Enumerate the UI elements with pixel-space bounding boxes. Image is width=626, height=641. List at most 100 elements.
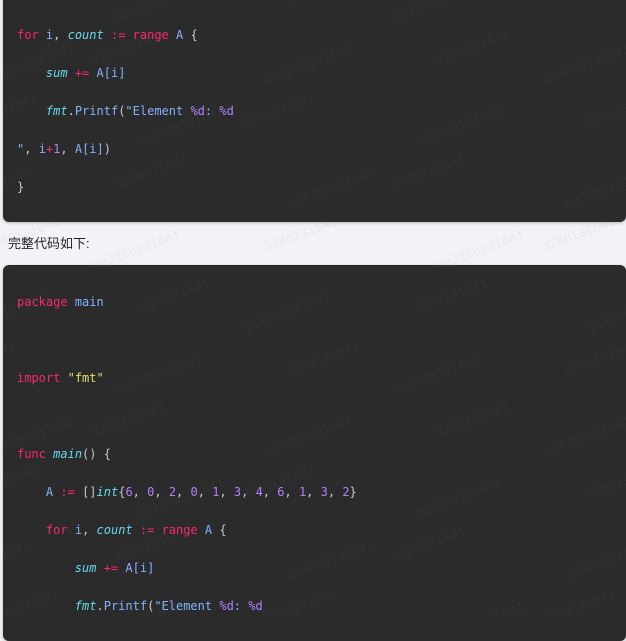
code-token: int <box>96 485 119 499</box>
code-line: for i, count := range A { <box>17 16 626 54</box>
code-token: package <box>17 295 68 309</box>
code-block-bottom[interactable]: package main import "fmt" func main() { … <box>3 265 626 641</box>
code-token: 2 <box>168 485 177 499</box>
code-token: , <box>219 485 234 499</box>
code-token: count <box>96 523 133 537</box>
code-token: import <box>17 371 61 385</box>
code-token: 6 <box>125 485 133 499</box>
code-token: : <box>204 104 220 118</box>
code-token: , <box>60 142 75 156</box>
code-token: := <box>60 485 75 499</box>
prose-paragraph: 完整代码如下: <box>8 236 90 251</box>
code-token: += <box>74 66 90 80</box>
code-token: , <box>176 485 191 499</box>
code-token: %d <box>248 599 263 613</box>
code-token: "Element <box>154 599 220 613</box>
code-token: fmt <box>45 104 68 118</box>
code-token: , <box>197 485 213 499</box>
code-line: for i, count := range A { <box>17 511 626 549</box>
code-token: for <box>17 28 39 42</box>
code-token: { <box>190 28 198 42</box>
code-token: sum <box>74 561 97 575</box>
code-token: sum <box>45 66 68 80</box>
code-block-top[interactable]: for i, count := range A { sum += A[i] fm… <box>3 0 626 222</box>
article-body: for i, count := range A { sum += A[i] fm… <box>0 0 626 641</box>
code-token: %d <box>190 104 205 118</box>
code-token: . <box>67 104 75 118</box>
code-line: fmt.Printf("Element %d: %d <box>17 92 626 130</box>
code-token: A[i] <box>125 561 155 575</box>
code-token: . <box>96 599 104 613</box>
code-line: sum += A[i] <box>17 54 626 92</box>
code-token: , <box>154 485 169 499</box>
code-token: range <box>132 28 169 42</box>
code-token: Printf <box>103 599 148 613</box>
code-token: count <box>67 28 104 42</box>
code-token: i <box>74 523 83 537</box>
code-line: } <box>17 168 626 206</box>
code-token: [] <box>82 485 97 499</box>
code-token: Printf <box>74 104 119 118</box>
code-token: , <box>82 523 97 537</box>
code-token: 3 <box>320 485 328 499</box>
code-line: fmt.Printf("Element %d: %d <box>17 587 626 625</box>
code-line: ", i+1, A[i]) <box>17 130 626 168</box>
code-line: sum += A[i] <box>17 549 626 587</box>
code-token: , <box>24 142 39 156</box>
code-token: , <box>262 485 278 499</box>
code-token: A[i] <box>74 142 104 156</box>
code-token: , <box>241 485 256 499</box>
code-token: ) <box>103 142 111 156</box>
code-token: 0 <box>190 485 198 499</box>
code-line: func main() { <box>17 435 626 473</box>
code-token: , <box>284 485 299 499</box>
code-token: , <box>327 485 343 499</box>
code-content-bottom[interactable]: package main import "fmt" func main() { … <box>3 265 626 641</box>
code-token: main <box>53 447 83 461</box>
code-content-top[interactable]: for i, count := range A { sum += A[i] fm… <box>3 0 626 222</box>
code-line: package main <box>17 283 626 321</box>
code-token: := <box>139 523 155 537</box>
code-token: () <box>82 447 97 461</box>
code-token: : <box>233 599 249 613</box>
code-token: { <box>219 523 227 537</box>
code-token: %d <box>219 104 234 118</box>
code-token: } <box>349 485 357 499</box>
code-token: func <box>17 447 46 461</box>
code-token: := <box>110 28 126 42</box>
code-token: for <box>45 523 68 537</box>
code-token: %d <box>219 599 234 613</box>
code-token: "Element <box>125 104 191 118</box>
code-token: fmt <box>74 599 97 613</box>
code-token: { <box>103 447 111 461</box>
code-token: , <box>306 485 321 499</box>
code-token: , <box>132 485 148 499</box>
code-token: i <box>38 142 46 156</box>
code-token: } <box>17 180 25 194</box>
code-token: 2 <box>342 485 350 499</box>
code-token: "fmt" <box>67 371 104 385</box>
code-token: += <box>103 561 119 575</box>
code-token: main <box>74 295 104 309</box>
code-token: range <box>161 523 198 537</box>
